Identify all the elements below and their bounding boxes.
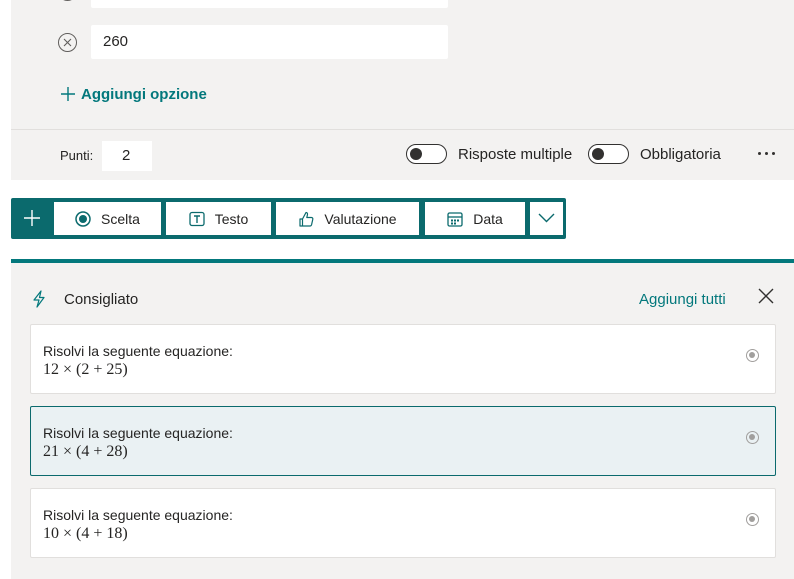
option-input[interactable]: 260 xyxy=(91,25,448,59)
date-label: Data xyxy=(473,210,503,227)
divider xyxy=(11,129,794,130)
multiple-answers-label: Risposte multiple xyxy=(458,146,573,163)
add-option-button[interactable]: Aggiungi opzione xyxy=(60,83,207,105)
text-question-button[interactable]: Testo xyxy=(166,202,271,235)
radio-icon xyxy=(746,349,759,362)
suggestions-title: Consigliato xyxy=(64,291,139,308)
remove-option-button[interactable] xyxy=(58,33,77,52)
suggestion-equation: 12 × (2 + 25) xyxy=(43,361,128,378)
radio-icon xyxy=(75,210,91,227)
suggestion-prompt: Risolvi la seguente equazione: xyxy=(43,343,233,359)
plus-icon xyxy=(61,87,75,101)
rating-label: Valutazione xyxy=(324,210,397,227)
text-icon xyxy=(189,211,205,226)
suggestion-card[interactable]: Risolvi la seguente equazione: 10 × (4 +… xyxy=(30,488,776,558)
lightning-icon xyxy=(33,290,45,308)
close-icon xyxy=(63,38,72,47)
question-card: 260 Aggiungi opzione Punti: 2 Risposte m… xyxy=(11,0,794,180)
date-question-button[interactable]: Data xyxy=(425,202,525,235)
points-label: Punti: xyxy=(60,148,94,163)
option-row xyxy=(11,0,794,8)
suggestion-prompt: Risolvi la seguente equazione: xyxy=(43,507,233,523)
add-question-button[interactable] xyxy=(11,198,53,239)
choice-question-button[interactable]: Scelta xyxy=(54,202,161,235)
add-all-button[interactable]: Aggiungi tutti xyxy=(639,291,726,308)
rating-question-button[interactable]: Valutazione xyxy=(276,202,419,235)
remove-option-button[interactable] xyxy=(58,0,77,1)
more-options-button[interactable] xyxy=(758,143,776,163)
chevron-down-icon xyxy=(538,213,555,223)
suggestions-panel: Consigliato Aggiungi tutti Risolvi la se… xyxy=(11,259,794,579)
text-label: Testo xyxy=(214,210,249,227)
thumbs-up-icon xyxy=(299,211,314,227)
required-toggle[interactable] xyxy=(588,144,629,164)
suggestion-equation: 10 × (4 + 18) xyxy=(43,525,128,542)
radio-icon xyxy=(746,431,759,444)
plus-icon xyxy=(24,210,40,226)
choice-label: Scelta xyxy=(101,210,140,227)
required-label: Obbligatoria xyxy=(640,146,721,163)
calendar-icon xyxy=(447,211,463,227)
multiple-answers-toggle[interactable] xyxy=(406,144,447,164)
option-input[interactable] xyxy=(91,0,448,8)
add-option-label: Aggiungi opzione xyxy=(81,85,207,103)
close-icon[interactable] xyxy=(758,288,774,304)
suggestion-prompt: Risolvi la seguente equazione: xyxy=(43,425,233,441)
suggestion-card[interactable]: Risolvi la seguente equazione: 21 × (4 +… xyxy=(30,406,776,476)
option-row: 260 xyxy=(11,25,794,59)
radio-icon xyxy=(746,513,759,526)
points-input[interactable]: 2 xyxy=(102,141,152,171)
more-question-types-button[interactable] xyxy=(530,202,563,235)
suggestion-card[interactable]: Risolvi la seguente equazione: 12 × (2 +… xyxy=(30,324,776,394)
add-question-toolbar: Scelta Testo Valutazione Data xyxy=(11,198,566,239)
suggestion-equation: 21 × (4 + 28) xyxy=(43,443,128,460)
